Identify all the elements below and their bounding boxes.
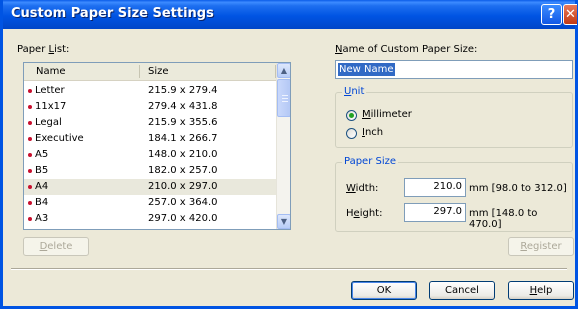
paper-bullet-icon <box>28 137 32 141</box>
radio-icon[interactable] <box>346 110 357 121</box>
paper-size: 297.0 x 420.0 <box>148 213 218 224</box>
paper-size: 184.1 x 266.7 <box>148 133 218 144</box>
chevron-up-icon: ▲ <box>280 66 288 75</box>
radio-label[interactable]: Inch <box>362 127 383 138</box>
height-value: 297.0 <box>433 206 462 217</box>
paper-size-group: Paper Size Width: 210.0 mm [98.0 to 312.… <box>335 156 573 232</box>
chevron-down-icon: ▼ <box>280 217 288 226</box>
ok-button[interactable]: OK <box>351 281 417 300</box>
paper-name: B4 <box>35 197 49 208</box>
width-value: 210.0 <box>433 181 462 192</box>
title-bar[interactable]: Custom Paper Size Settings ? ✕ <box>3 0 577 29</box>
paper-list[interactable]: Name Size Letter 215.9 x 279.4 11x17 279.4 … <box>23 62 291 230</box>
paper-size: 215.9 x 355.6 <box>148 117 218 128</box>
grip-line <box>282 95 288 96</box>
list-item[interactable]: Legal 215.9 x 355.6 <box>24 115 276 131</box>
height-range: mm [148.0 to 470.0] <box>469 208 538 230</box>
paper-size: 182.0 x 257.0 <box>148 165 218 176</box>
width-range: mm [98.0 to 312.0] <box>469 183 567 194</box>
list-item[interactable]: A4 210.0 x 297.0 <box>24 179 276 195</box>
height-label: Height: <box>346 208 383 219</box>
grip-line <box>282 101 288 102</box>
width-label: Width: <box>346 183 379 194</box>
custom-name-label: Name of Custom Paper Size: <box>335 44 478 55</box>
paper-bullet-icon <box>28 89 32 93</box>
column-header-size[interactable]: Size <box>148 66 169 77</box>
column-divider[interactable] <box>139 65 140 78</box>
custom-name-value: New Name <box>338 63 395 76</box>
list-item[interactable]: B4 257.0 x 364.0 <box>24 195 276 211</box>
paper-bullet-icon <box>28 169 32 173</box>
help-title-button[interactable]: ? <box>541 4 562 25</box>
delete-button[interactable]: Delete <box>23 237 89 256</box>
help-button[interactable]: Help <box>508 281 574 300</box>
list-item[interactable]: Executive 184.1 x 266.7 <box>24 131 276 147</box>
grip-line <box>282 98 288 99</box>
paper-size-group-title: Paper Size <box>342 156 399 167</box>
paper-size: 215.9 x 279.4 <box>148 85 218 96</box>
paper-bullet-icon <box>28 153 32 157</box>
height-input[interactable]: 297.0 <box>404 203 466 222</box>
paper-list-label: Paper List: <box>17 44 70 55</box>
unit-group: Unit Millimeter Inch <box>335 86 573 148</box>
window-title: Custom Paper Size Settings <box>11 6 214 21</box>
scroll-up-button[interactable]: ▲ <box>277 63 290 78</box>
paper-size: 257.0 x 364.0 <box>148 197 218 208</box>
paper-bullet-icon <box>28 121 32 125</box>
paper-size: 148.0 x 210.0 <box>148 149 218 160</box>
column-header-name[interactable]: Name <box>36 66 66 77</box>
list-item[interactable]: A3 297.0 x 420.0 <box>24 211 276 227</box>
close-button[interactable]: ✕ <box>563 4 577 25</box>
paper-bullet-icon <box>28 201 32 205</box>
paper-name: A4 <box>35 181 49 192</box>
width-input[interactable]: 210.0 <box>404 178 466 197</box>
question-icon: ? <box>547 7 556 22</box>
separator <box>11 268 567 270</box>
unit-group-title: Unit <box>342 86 367 97</box>
paper-name: Executive <box>35 133 84 144</box>
paper-name: A3 <box>35 213 49 224</box>
radio-label[interactable]: Millimeter <box>362 109 412 120</box>
scroll-down-button[interactable]: ▼ <box>277 214 290 229</box>
register-button[interactable]: Register <box>508 237 574 256</box>
custom-name-input[interactable]: New Name <box>335 60 573 79</box>
close-icon: ✕ <box>565 7 576 22</box>
cancel-button[interactable]: Cancel <box>429 281 495 300</box>
scroll-thumb[interactable] <box>277 79 290 117</box>
paper-name: 11x17 <box>35 101 67 112</box>
paper-size: 210.0 x 297.0 <box>148 181 218 192</box>
list-item[interactable]: 11x17 279.4 x 431.8 <box>24 99 276 115</box>
paper-bullet-icon <box>28 105 32 109</box>
paper-bullet-icon <box>28 185 32 189</box>
paper-name: Legal <box>35 117 62 128</box>
list-item[interactable]: Letter 215.9 x 279.4 <box>24 83 276 99</box>
paper-name: A5 <box>35 149 49 160</box>
list-item[interactable]: B5 182.0 x 257.0 <box>24 163 276 179</box>
list-header: Name Size <box>24 63 276 81</box>
paper-size: 279.4 x 431.8 <box>148 101 218 112</box>
dialog-window: Custom Paper Size Settings ? ✕ Paper Lis… <box>0 0 578 309</box>
vertical-scrollbar[interactable]: ▲ ▼ <box>276 63 290 229</box>
list-item[interactable]: A5 148.0 x 210.0 <box>24 147 276 163</box>
paper-name: B5 <box>35 165 49 176</box>
paper-name: Letter <box>35 85 65 96</box>
radio-icon[interactable] <box>346 128 357 139</box>
paper-bullet-icon <box>28 217 32 221</box>
